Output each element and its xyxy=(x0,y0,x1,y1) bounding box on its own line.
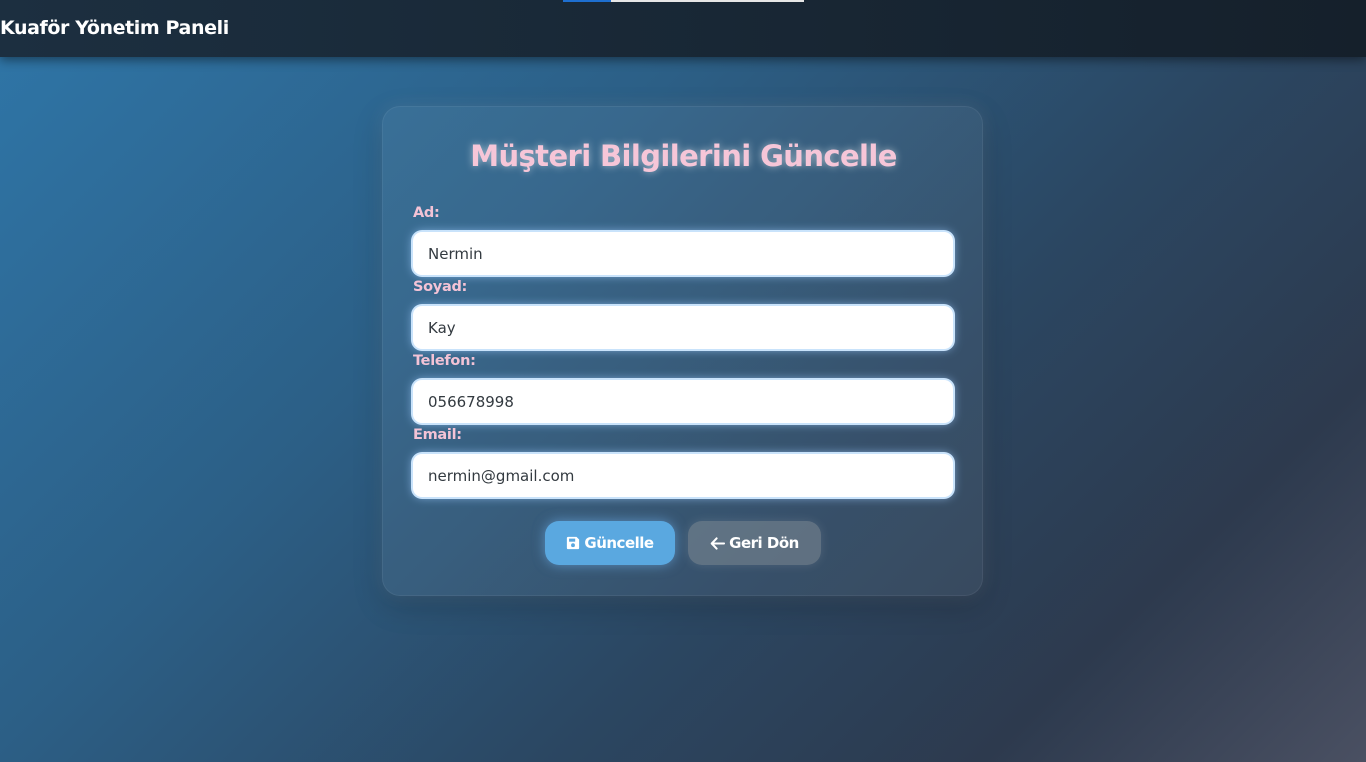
floppy-disk-icon xyxy=(566,536,580,550)
brand-title[interactable]: Kuaför Yönetim Paneli xyxy=(0,17,229,39)
last-name-label: Soyad: xyxy=(413,279,468,295)
go-back-button[interactable]: Geri Dön xyxy=(688,521,821,565)
top-loading-strip-progress xyxy=(563,0,611,2)
page-title: Müşteri Bilgilerini Güncelle xyxy=(470,139,897,173)
phone-input[interactable] xyxy=(413,380,953,423)
customer-update-card: Müşteri Bilgilerini Güncelle Ad: Soyad: … xyxy=(382,106,983,596)
email-input[interactable] xyxy=(413,454,953,497)
go-back-button-label: Geri Dön xyxy=(729,534,799,552)
first-name-label: Ad: xyxy=(413,205,440,221)
first-name-input[interactable] xyxy=(413,232,953,275)
arrow-left-icon xyxy=(710,536,726,550)
update-button[interactable]: Güncelle xyxy=(545,521,675,565)
last-name-input[interactable] xyxy=(413,306,953,349)
email-label: Email: xyxy=(413,427,462,443)
phone-label: Telefon: xyxy=(413,353,476,369)
update-button-label: Güncelle xyxy=(584,534,654,552)
top-navbar: Kuaför Yönetim Paneli xyxy=(0,0,1366,57)
